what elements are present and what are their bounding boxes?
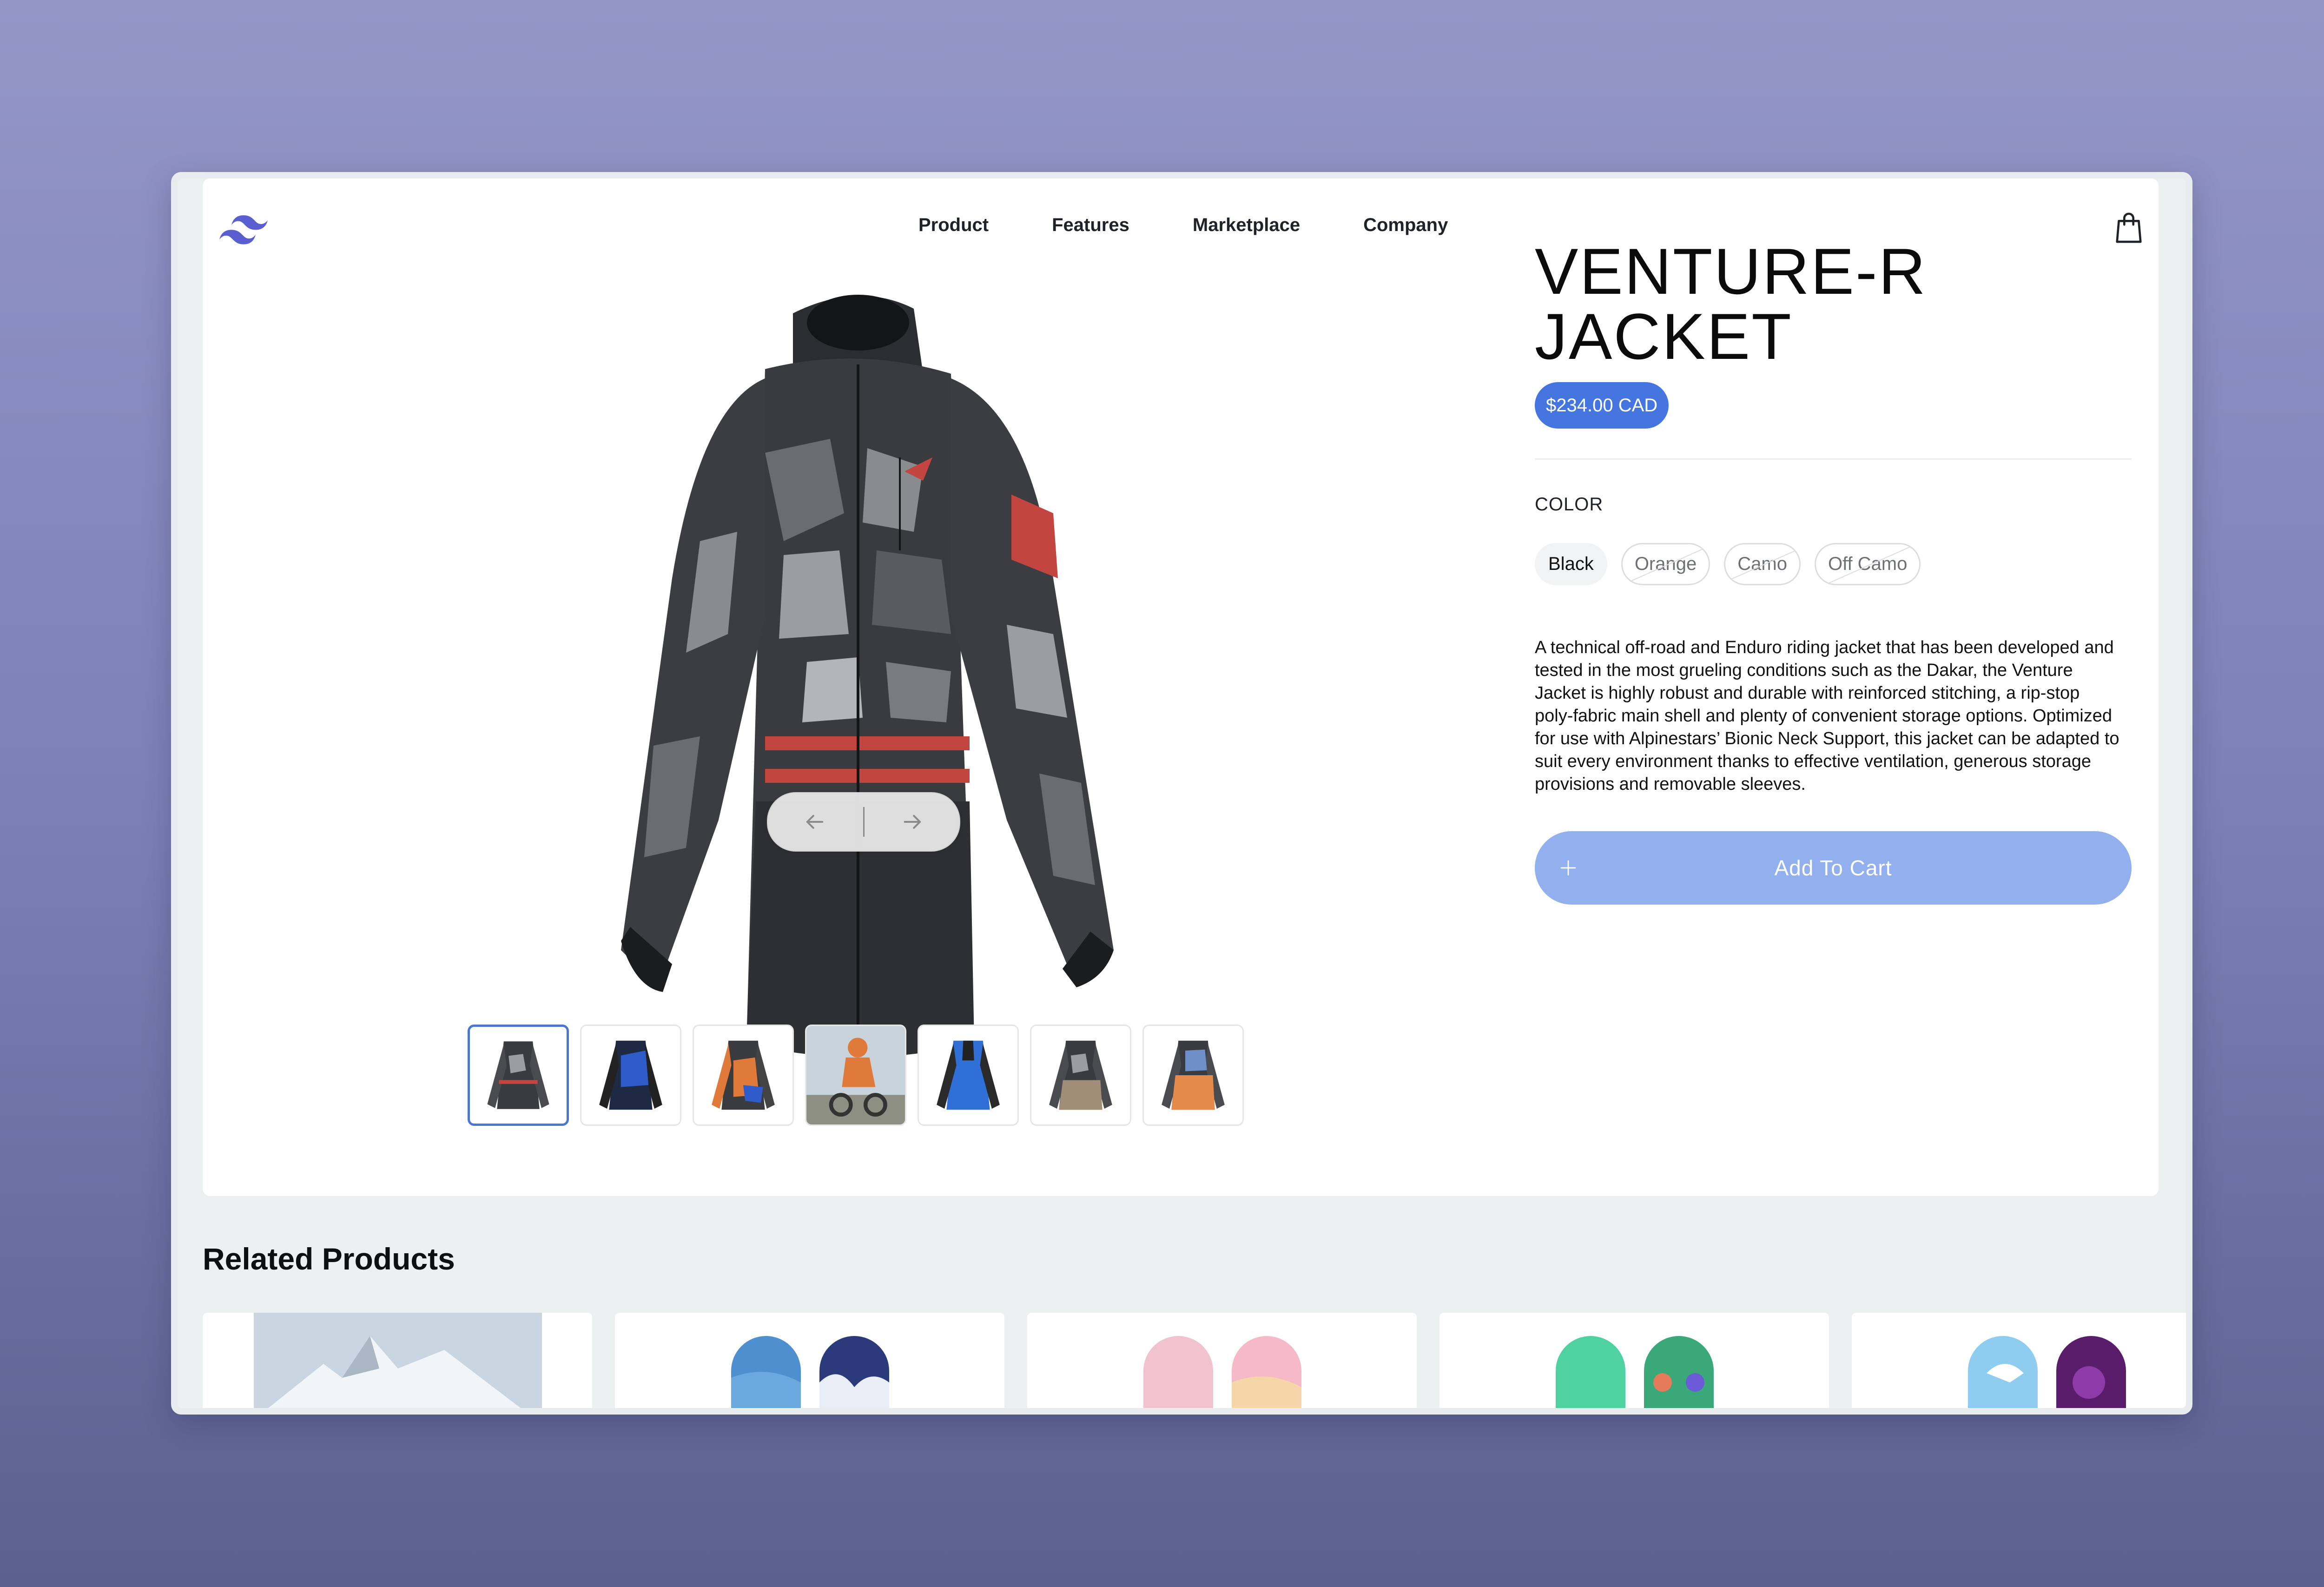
thumbnail-orange-blue[interactable] (693, 1025, 794, 1126)
add-to-cart-button[interactable]: Add To Cart (1535, 831, 2132, 905)
thumbnail-black-camo[interactable] (468, 1025, 569, 1126)
tailwind-logo-icon[interactable] (219, 213, 268, 246)
price-badge: $234.00 CAD (1535, 382, 1669, 429)
thumbnail-blue-black[interactable] (580, 1025, 681, 1126)
related-products-title: Related Products (203, 1242, 455, 1276)
color-option-black[interactable]: Black (1535, 543, 1607, 585)
related-products-grid (203, 1313, 2186, 1408)
image-slider-controls (767, 792, 960, 852)
divider (1535, 458, 2132, 460)
related-product-card[interactable] (1027, 1313, 1417, 1408)
related-product-card[interactable] (1852, 1313, 2186, 1408)
thumbnail-orange-camo[interactable] (1142, 1025, 1244, 1126)
color-options: Black Orange Camo Off Camo (1535, 543, 2132, 585)
page-viewport: Product Features Marketplace Company VEN… (178, 179, 2186, 1408)
product-info: VENTURE-R JACKET $234.00 CAD COLOR Black… (1535, 239, 2132, 905)
main-nav: Product Features Marketplace Company (918, 215, 1448, 236)
product-description: A technical off-road and Enduro riding j… (1535, 638, 2119, 794)
nav-item-product[interactable]: Product (918, 215, 989, 236)
nav-item-features[interactable]: Features (1052, 215, 1129, 236)
color-label: COLOR (1535, 494, 1604, 515)
arrow-right-icon[interactable] (866, 793, 959, 851)
product-title: VENTURE-R JACKET (1535, 235, 1927, 373)
thumbnail-tan-camo[interactable] (1030, 1025, 1131, 1126)
related-product-card[interactable] (1439, 1313, 1829, 1408)
color-option-orange[interactable]: Orange (1621, 543, 1710, 585)
color-option-off-camo[interactable]: Off Camo (1814, 543, 1921, 585)
slider-divider (863, 807, 865, 837)
related-product-card[interactable] (615, 1313, 1004, 1408)
product-card: Product Features Marketplace Company VEN… (203, 179, 2159, 1196)
related-product-card[interactable] (203, 1313, 592, 1408)
color-option-camo[interactable]: Camo (1724, 543, 1801, 585)
nav-item-marketplace[interactable]: Marketplace (1193, 215, 1300, 236)
product-main-image (505, 253, 1211, 1136)
thumbnail-blue[interactable] (918, 1025, 1019, 1126)
browser-window: Product Features Marketplace Company VEN… (171, 172, 2192, 1415)
thumbnail-rider-photo[interactable] (805, 1025, 906, 1126)
arrow-left-icon[interactable] (768, 793, 861, 851)
nav-item-company[interactable]: Company (1363, 215, 1448, 236)
plus-icon (1560, 860, 1576, 876)
add-to-cart-label: Add To Cart (1774, 856, 1892, 880)
thumbnail-strip (468, 1025, 1244, 1126)
